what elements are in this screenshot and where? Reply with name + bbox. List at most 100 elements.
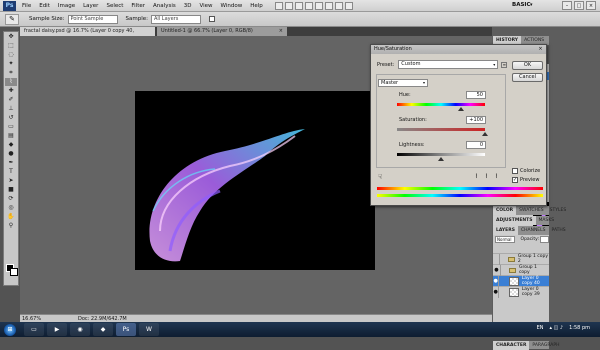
pen-tool-icon[interactable]: ✒ xyxy=(5,159,17,167)
doc-tab-untitled[interactable]: Untitled-1 @ 66.7% (Layer 0, RGB/8) × xyxy=(157,27,287,36)
eye-icon[interactable]: ● xyxy=(493,264,501,276)
maximize-button[interactable]: □ xyxy=(574,1,584,10)
menu-select[interactable]: Select xyxy=(106,3,123,9)
menu-view[interactable]: View xyxy=(199,3,212,9)
saturation-input[interactable]: +100 xyxy=(466,116,486,124)
taskbar-explorer-icon[interactable]: ▭ xyxy=(24,323,44,336)
sample-select[interactable]: All Layers xyxy=(151,14,201,24)
tab-paragraph[interactable]: PARAGRAPH xyxy=(529,343,562,348)
sample-size-select[interactable]: Point Sample xyxy=(67,14,118,24)
dodge-tool-icon[interactable]: ● xyxy=(5,150,17,158)
close-icon[interactable]: × xyxy=(537,46,544,53)
menu-layer[interactable]: Layer xyxy=(83,3,98,9)
start-button[interactable]: ⊞ xyxy=(4,323,16,336)
taskbar-photoshop-icon[interactable]: Ps xyxy=(116,323,136,336)
ok-button[interactable]: OK xyxy=(512,61,543,70)
menu-file[interactable]: File xyxy=(22,3,31,9)
minimize-button[interactable]: – xyxy=(562,1,572,10)
zoom-readout[interactable]: 16.67% xyxy=(22,316,48,322)
layer-row[interactable]: ● Group 1 copy xyxy=(493,264,549,276)
hue-input[interactable]: 50 xyxy=(466,91,486,99)
move-tool-icon[interactable]: ✥ xyxy=(5,33,17,41)
tab-layers[interactable]: LAYERS xyxy=(493,226,518,235)
menu-edit[interactable]: Edit xyxy=(39,3,50,9)
blur-tool-icon[interactable]: ◆ xyxy=(5,141,17,149)
brush-tool-icon[interactable]: ✐ xyxy=(5,96,17,104)
3d-rotate-tool-icon[interactable]: ⟳ xyxy=(5,195,17,203)
colorize-checkbox[interactable] xyxy=(512,168,518,174)
menu-filter[interactable]: Filter xyxy=(131,3,145,9)
chevron-down-icon[interactable]: ▾ xyxy=(530,2,533,8)
tab-paths[interactable]: PATHS xyxy=(549,228,569,233)
channel-select[interactable]: Master ▾ xyxy=(378,79,428,87)
healing-brush-tool-icon[interactable]: ✚ xyxy=(5,87,17,95)
quick-select-tool-icon[interactable]: ✦ xyxy=(5,60,17,68)
preset-options-icon[interactable]: ≡ xyxy=(501,61,508,68)
lightness-slider-handle[interactable] xyxy=(438,157,444,161)
menu-analysis[interactable]: Analysis xyxy=(153,3,176,9)
saturation-slider-track[interactable] xyxy=(397,128,485,131)
tray-icons[interactable]: ▴ ◫ ♪ xyxy=(550,325,564,331)
hand-tool-icon[interactable] xyxy=(304,1,313,10)
preset-select[interactable]: Custom ▾ xyxy=(398,60,499,69)
tab-color[interactable]: COLOR xyxy=(493,206,517,215)
tab-channels[interactable]: CHANNELS xyxy=(518,228,549,233)
visibility-toggle[interactable] xyxy=(493,253,501,265)
tab-swatches[interactable]: SWATCHES xyxy=(516,208,547,213)
bridge-icon[interactable] xyxy=(274,1,283,10)
lightness-slider-track[interactable] xyxy=(397,153,485,156)
crop-tool-icon[interactable]: ⌗ xyxy=(5,69,17,77)
opacity-input[interactable] xyxy=(540,236,549,243)
menu-image[interactable]: Image xyxy=(58,3,75,9)
cancel-button[interactable]: Cancel xyxy=(512,73,543,82)
doc-tab-fractal[interactable]: fractal daisy.psd @ 16.7% (Layer 0 copy … xyxy=(20,27,155,43)
tab-masks[interactable]: MASKS xyxy=(536,218,558,223)
history-brush-tool-icon[interactable]: ↺ xyxy=(5,114,17,122)
tab-character[interactable]: CHARACTER xyxy=(493,340,530,350)
workspace-switcher[interactable]: BASIC xyxy=(512,2,531,8)
saturation-slider-handle[interactable] xyxy=(482,132,488,136)
preview-row[interactable]: ✓ Preview xyxy=(512,177,539,183)
background-color-swatch[interactable] xyxy=(10,268,18,276)
eyedropper-tool-icon[interactable]: ⌇ xyxy=(5,78,17,86)
taskbar-browser-icon[interactable]: ◉ xyxy=(70,323,90,336)
rotate-view-icon[interactable] xyxy=(324,1,333,10)
eye-icon[interactable]: ● xyxy=(493,275,500,287)
lasso-tool-icon[interactable]: ◌ xyxy=(5,51,17,59)
zoom-tool-icon-2[interactable]: ⚲ xyxy=(5,222,17,230)
marquee-tool-icon[interactable]: ⬚ xyxy=(5,42,17,50)
eye-icon[interactable]: ● xyxy=(493,286,500,298)
preview-checkbox[interactable]: ✓ xyxy=(512,177,518,183)
layer-row[interactable]: Group 1 copy 2 xyxy=(493,253,549,265)
eraser-tool-icon[interactable]: ▭ xyxy=(5,123,17,131)
shape-tool-icon[interactable]: ■ xyxy=(5,186,17,194)
tab-styles[interactable]: STYLES xyxy=(547,208,570,213)
tab-actions[interactable]: ACTIONS xyxy=(521,38,547,43)
close-button[interactable]: × xyxy=(586,1,596,10)
language-indicator[interactable]: EN xyxy=(537,325,544,331)
zoom-tool-icon[interactable] xyxy=(314,1,323,10)
taskbar-media-icon[interactable]: ▶ xyxy=(47,323,67,336)
eyedropper-plus-icon[interactable]: ⌇ xyxy=(485,173,488,180)
hue-slider-handle[interactable] xyxy=(458,107,464,111)
hue-slider-track[interactable] xyxy=(397,103,485,106)
clock[interactable]: 1:58 pm xyxy=(569,325,590,331)
zoom-level-icon[interactable] xyxy=(294,1,303,10)
lightness-input[interactable]: 0 xyxy=(466,141,486,149)
gradient-tool-icon[interactable]: ▤ xyxy=(5,132,17,140)
menu-window[interactable]: Window xyxy=(221,3,243,9)
document-canvas[interactable] xyxy=(135,91,375,270)
hand-tool-icon-2[interactable]: ✋ xyxy=(5,213,17,221)
blend-mode-select[interactable]: Normal xyxy=(495,236,515,243)
tab-adjustments[interactable]: ADJUSTMENTS xyxy=(493,216,536,225)
show-sampling-ring-checkbox[interactable] xyxy=(209,16,215,22)
taskbar-document-icon[interactable]: W xyxy=(139,323,159,336)
colorize-row[interactable]: Colorize xyxy=(512,168,540,174)
taskbar-app-icon[interactable]: ◆ xyxy=(93,323,113,336)
menu-help[interactable]: Help xyxy=(250,3,263,9)
menu-3d[interactable]: 3D xyxy=(184,3,192,9)
layer-row-selected[interactable]: ● Layer 0 copy 40 xyxy=(493,275,549,287)
type-tool-icon[interactable]: T xyxy=(5,168,17,176)
layer-row[interactable]: ● Layer 0 copy 39 xyxy=(493,286,549,298)
mini-bridge-icon[interactable] xyxy=(284,1,293,10)
